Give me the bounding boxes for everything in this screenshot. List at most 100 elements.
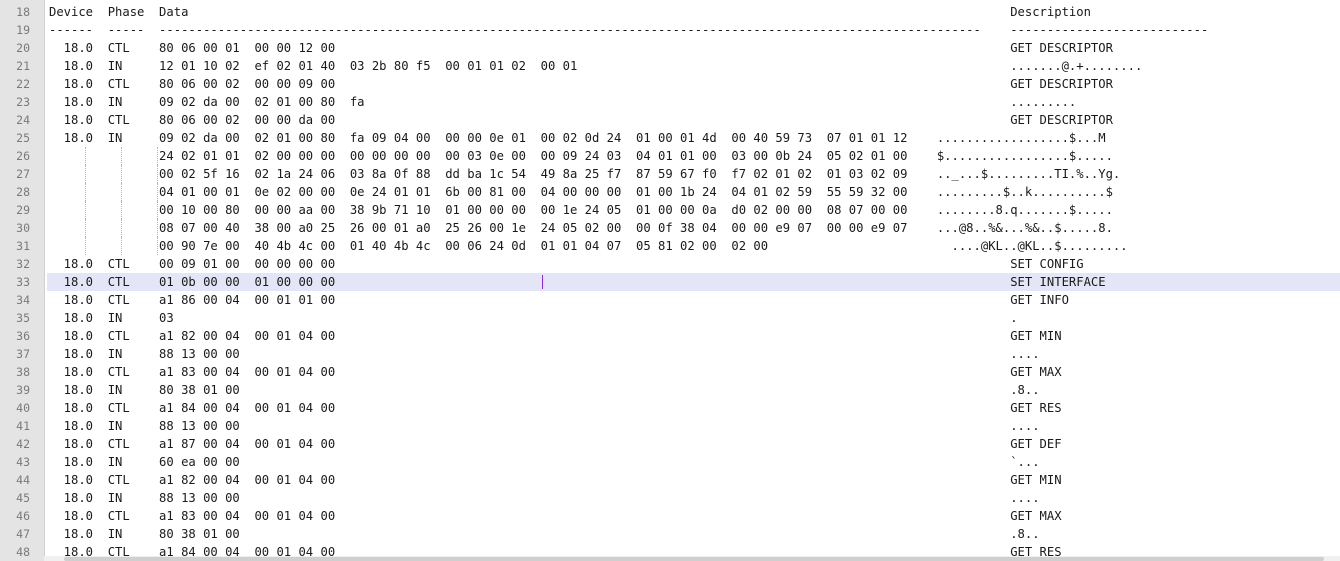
line-number: 48 [16, 545, 30, 559]
editor-text-area[interactable]: 18 Device Phase Data Description 19 ------ … [0, 3, 1340, 561]
editor-line[interactable]: 23 18.0 IN 09 02 da 00 02 01 00 80 fa ..… [0, 93, 1340, 111]
line-number: 19 [16, 23, 30, 37]
line-number: 37 [16, 347, 30, 361]
indent-guide [121, 219, 122, 237]
editor-line[interactable]: 42 18.0 CTL a1 87 00 04 00 01 04 00 GET … [0, 435, 1340, 453]
text-caret [542, 275, 543, 289]
line-number: 45 [16, 491, 30, 505]
indent-guide [121, 201, 122, 219]
scrollbar-thumb[interactable] [64, 557, 1324, 561]
line-number: 23 [16, 95, 30, 109]
line-text: 18.0 CTL 80 06 00 02 00 00 09 00 GET DES… [49, 77, 1113, 91]
editor-line[interactable]: 26 24 02 01 01 02 00 00 00 00 00 00 00 0… [0, 147, 1340, 165]
indent-guide [85, 183, 86, 201]
editor-line[interactable]: 24 18.0 CTL 80 06 00 02 00 00 da 00 GET … [0, 111, 1340, 129]
line-number: 40 [16, 401, 30, 415]
line-number: 22 [16, 77, 30, 91]
line-number: 25 [16, 131, 30, 145]
line-text: 18.0 IN 12 01 10 02 ef 02 01 40 03 2b 80… [49, 59, 1143, 73]
indent-guide [85, 219, 86, 237]
line-number: 26 [16, 149, 30, 163]
editor-line[interactable]: 35 18.0 IN 03 . [0, 309, 1340, 327]
editor-line[interactable]: 34 18.0 CTL a1 86 00 04 00 01 01 00 GET … [0, 291, 1340, 309]
indent-guide [85, 237, 86, 255]
editor-line[interactable]: 28 04 01 00 01 0e 02 00 00 0e 24 01 01 6… [0, 183, 1340, 201]
editor-line[interactable]: 19 ------ ----- -------------------------… [0, 21, 1340, 39]
line-number: 21 [16, 59, 30, 73]
line-text: 24 02 01 01 02 00 00 00 00 00 00 00 00 0… [49, 149, 1113, 163]
line-number: 27 [16, 167, 30, 181]
line-text: 18.0 IN 09 02 da 00 02 01 00 80 fa 09 04… [49, 131, 1106, 145]
line-number: 43 [16, 455, 30, 469]
line-text: ------ ----- ---------------------------… [49, 23, 1209, 37]
indent-guide [157, 183, 158, 201]
line-number: 46 [16, 509, 30, 523]
editor-line[interactable]: 46 18.0 CTL a1 83 00 04 00 01 04 00 GET … [0, 507, 1340, 525]
editor-line[interactable]: 41 18.0 IN 88 13 00 00 .... [0, 417, 1340, 435]
line-text: 18.0 IN 80 38 01 00 .8.. [49, 383, 1040, 397]
editor-line[interactable]: 30 08 07 00 40 38 00 a0 25 26 00 01 a0 2… [0, 219, 1340, 237]
line-text: 00 90 7e 00 40 4b 4c 00 01 40 4b 4c 00 0… [49, 239, 1128, 253]
line-text: 18.0 CTL a1 83 00 04 00 01 04 00 GET MAX [49, 509, 1062, 523]
editor-line[interactable]: 20 18.0 CTL 80 06 00 01 00 00 12 00 GET … [0, 39, 1340, 57]
line-number: 42 [16, 437, 30, 451]
editor-line[interactable]: 47 18.0 IN 80 38 01 00 .8.. [0, 525, 1340, 543]
editor-line[interactable]: 29 00 10 00 80 00 00 aa 00 38 9b 71 10 0… [0, 201, 1340, 219]
editor-line[interactable]: 25 18.0 IN 09 02 da 00 02 01 00 80 fa 09… [0, 129, 1340, 147]
line-text: 18.0 CTL a1 82 00 04 00 01 04 00 GET MIN [49, 329, 1062, 343]
line-number: 31 [16, 239, 30, 253]
line-number: 39 [16, 383, 30, 397]
line-text: 18.0 IN 88 13 00 00 .... [49, 347, 1040, 361]
editor-line[interactable]: 33 18.0 CTL 01 0b 00 00 01 00 00 00 SET … [0, 273, 1340, 291]
line-number: 32 [16, 257, 30, 271]
line-number: 47 [16, 527, 30, 541]
editor-line[interactable]: 38 18.0 CTL a1 83 00 04 00 01 04 00 GET … [0, 363, 1340, 381]
line-text: 18.0 CTL 01 0b 00 00 01 00 00 00 SET INT… [49, 275, 1106, 289]
line-text: 18.0 CTL a1 87 00 04 00 01 04 00 GET DEF [49, 437, 1062, 451]
line-text: 18.0 IN 88 13 00 00 .... [49, 419, 1040, 433]
indent-guide [121, 237, 122, 255]
line-number: 29 [16, 203, 30, 217]
editor-line[interactable]: 43 18.0 IN 60 ea 00 00 `... [0, 453, 1340, 471]
indent-guide [121, 183, 122, 201]
editor-line[interactable]: 40 18.0 CTL a1 84 00 04 00 01 04 00 GET … [0, 399, 1340, 417]
indent-guide [157, 201, 158, 219]
line-text: 18.0 IN 09 02 da 00 02 01 00 80 fa .....… [49, 95, 1077, 109]
editor-line[interactable]: 18 Device Phase Data Description [0, 3, 1340, 21]
line-number: 38 [16, 365, 30, 379]
line-text: 18.0 CTL a1 86 00 04 00 01 01 00 GET INF… [49, 293, 1069, 307]
line-text: 08 07 00 40 38 00 a0 25 26 00 01 a0 25 2… [49, 221, 1113, 235]
editor-line[interactable]: 27 00 02 5f 16 02 1a 24 06 03 8a 0f 88 d… [0, 165, 1340, 183]
line-number: 28 [16, 185, 30, 199]
line-text: 18.0 IN 03 . [49, 311, 1018, 325]
editor-line[interactable]: 39 18.0 IN 80 38 01 00 .8.. [0, 381, 1340, 399]
editor-line[interactable]: 31 00 90 7e 00 40 4b 4c 00 01 40 4b 4c 0… [0, 237, 1340, 255]
editor-line[interactable]: 22 18.0 CTL 80 06 00 02 00 00 09 00 GET … [0, 75, 1340, 93]
indent-guide [121, 165, 122, 183]
line-number: 34 [16, 293, 30, 307]
editor-line[interactable]: 21 18.0 IN 12 01 10 02 ef 02 01 40 03 2b… [0, 57, 1340, 75]
editor-line[interactable]: 37 18.0 IN 88 13 00 00 .... [0, 345, 1340, 363]
text-editor[interactable]: 18 Device Phase Data Description 19 ------ … [0, 0, 1340, 561]
horizontal-scrollbar[interactable] [44, 556, 1340, 561]
editor-line[interactable]: 36 18.0 CTL a1 82 00 04 00 01 04 00 GET … [0, 327, 1340, 345]
indent-guide [157, 147, 158, 165]
editor-line[interactable]: 45 18.0 IN 88 13 00 00 .... [0, 489, 1340, 507]
line-number: 35 [16, 311, 30, 325]
line-text: 18.0 CTL a1 84 00 04 00 01 04 00 GET RES [49, 401, 1062, 415]
editor-line[interactable]: 44 18.0 CTL a1 82 00 04 00 01 04 00 GET … [0, 471, 1340, 489]
indent-guide [157, 219, 158, 237]
indent-guide [85, 201, 86, 219]
indent-guide [121, 147, 122, 165]
line-text: 18.0 CTL a1 82 00 04 00 01 04 00 GET MIN [49, 473, 1062, 487]
line-number: 41 [16, 419, 30, 433]
line-text: 18.0 CTL 80 06 00 02 00 00 da 00 GET DES… [49, 113, 1113, 127]
line-text: 18.0 IN 60 ea 00 00 `... [49, 455, 1040, 469]
editor-line[interactable]: 32 18.0 CTL 00 09 01 00 00 00 00 00 SET … [0, 255, 1340, 273]
line-number: 24 [16, 113, 30, 127]
line-text: 18.0 CTL 00 09 01 00 00 00 00 00 SET CON… [49, 257, 1084, 271]
line-text: 18.0 IN 80 38 01 00 .8.. [49, 527, 1040, 541]
indent-guide [85, 165, 86, 183]
line-text: 18.0 IN 88 13 00 00 .... [49, 491, 1040, 505]
line-text: 18.0 CTL a1 83 00 04 00 01 04 00 GET MAX [49, 365, 1062, 379]
